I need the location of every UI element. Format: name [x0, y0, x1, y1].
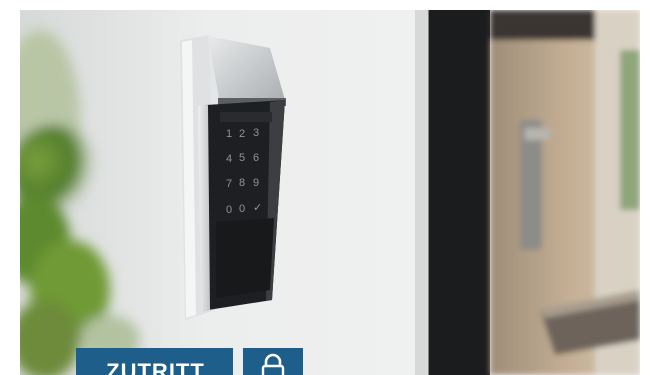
bottom-badges: ZUTRITT — [76, 348, 303, 375]
svg-text:7: 7 — [226, 178, 232, 190]
svg-text:0: 0 — [239, 203, 245, 215]
lock-badge — [243, 348, 303, 375]
svg-text:✓: ✓ — [253, 202, 262, 214]
svg-text:6: 6 — [253, 152, 259, 164]
svg-text:2: 2 — [239, 128, 245, 140]
svg-text:9: 9 — [253, 177, 259, 189]
door-panel — [490, 10, 640, 375]
svg-text:4: 4 — [226, 153, 232, 165]
product-photo: 123 456 789 0 0 ✓ — [20, 10, 640, 375]
access-badge: ZUTRITT — [76, 348, 233, 375]
svg-text:5: 5 — [239, 152, 245, 164]
lock-icon — [261, 353, 285, 375]
svg-text:3: 3 — [253, 127, 259, 139]
svg-text:0: 0 — [226, 204, 232, 216]
photo-frame: 123 456 789 0 0 ✓ ZUTRITT — [0, 0, 652, 375]
svg-text:8: 8 — [239, 177, 245, 189]
keypad-scene: 123 456 789 0 0 ✓ — [20, 10, 640, 375]
door-frame — [428, 10, 490, 375]
keypad-device: 123 456 789 0 0 ✓ — [180, 35, 286, 320]
svg-text:1: 1 — [226, 128, 232, 140]
